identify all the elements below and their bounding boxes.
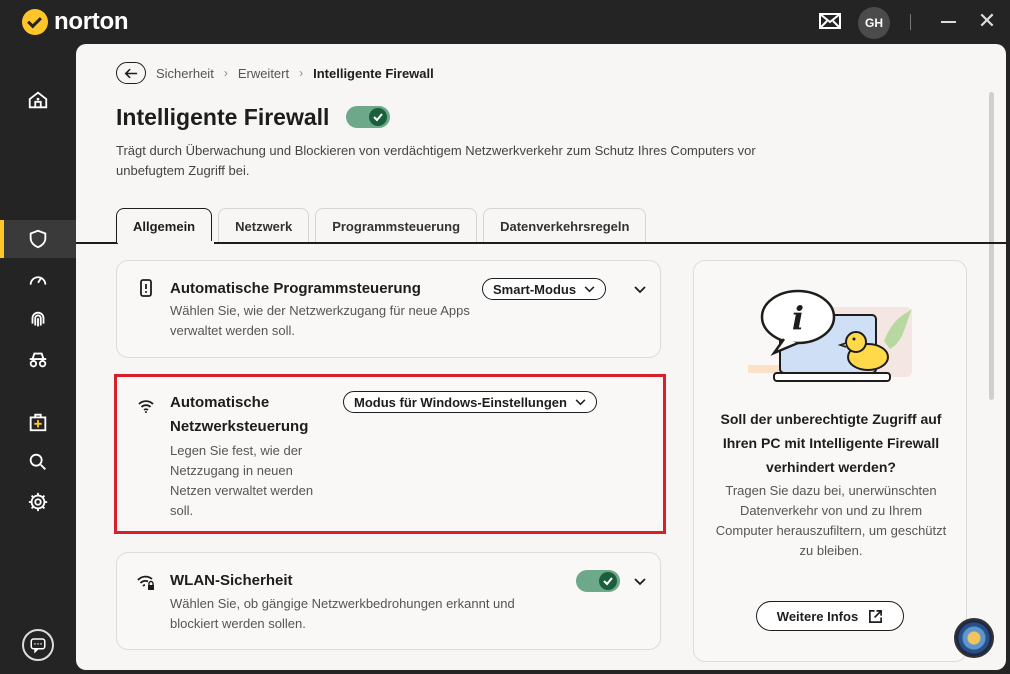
- norton-check-icon: [22, 9, 48, 35]
- assistant-orb-icon[interactable]: [954, 618, 994, 658]
- sidebar: [0, 44, 76, 674]
- chevron-down-icon: [584, 285, 595, 292]
- wifi-security-description: Wählen Sie, ob gängige Netzwerkbedrohung…: [170, 596, 515, 631]
- breadcrumb: Sicherheit › Erweitert › Intelligente Fi…: [116, 62, 434, 84]
- scrollbar[interactable]: [989, 92, 994, 400]
- program-control-dropdown[interactable]: Smart-Modus: [482, 278, 607, 300]
- chat-icon: [30, 638, 46, 654]
- check-icon: [603, 577, 613, 586]
- arrow-left-icon: [124, 68, 138, 78]
- breadcrumb-separator: ›: [299, 66, 304, 80]
- wifi-security-title: WLAN-Sicherheit: [170, 572, 293, 589]
- check-icon: [373, 113, 383, 122]
- tab-underline: [76, 242, 1006, 244]
- tab-bar: Allgemein Netzwerk Programmsteuerung Dat…: [116, 208, 647, 243]
- sidebar-item-search[interactable]: [0, 443, 76, 481]
- sidebar-item-health[interactable]: [0, 403, 76, 441]
- more-info-label: Weitere Infos: [776, 608, 859, 624]
- main-panel: Sicherheit › Erweitert › Intelligente Fi…: [76, 44, 1006, 670]
- breadcrumb-security[interactable]: Sicherheit: [156, 66, 214, 81]
- side-card-title: Soll der unberechtigte Zugriff auf Ihren…: [720, 411, 942, 475]
- wifi-security-card: WLAN-Sicherheit Wählen Sie, ob gängige N…: [116, 552, 661, 650]
- mail-icon[interactable]: [818, 11, 842, 31]
- highlight-box: [114, 374, 666, 534]
- program-control-title: Automatische Programmsteuerung: [170, 280, 421, 297]
- phone-icon: [140, 279, 152, 297]
- external-link-icon: [869, 609, 883, 623]
- close-button[interactable]: ✕: [976, 10, 998, 32]
- sidebar-item-settings[interactable]: [0, 483, 76, 521]
- more-info-button[interactable]: Weitere Infos: [756, 601, 904, 631]
- firewall-illustration: i: [748, 289, 912, 382]
- back-button[interactable]: [116, 62, 146, 84]
- speedometer-icon: [29, 276, 47, 285]
- toggle-knob: [369, 108, 387, 126]
- search-icon: [29, 453, 46, 470]
- tab-network[interactable]: Netzwerk: [218, 208, 310, 243]
- chat-button[interactable]: [22, 629, 54, 661]
- expand-chevron-icon[interactable]: [633, 282, 647, 296]
- brand-name: norton: [54, 8, 129, 35]
- avatar[interactable]: GH: [858, 7, 890, 39]
- toggle-knob: [599, 572, 617, 590]
- sidebar-item-privacy[interactable]: [0, 341, 76, 379]
- gear-icon: [28, 492, 48, 512]
- health-kit-icon: [29, 413, 47, 432]
- info-side-card: i Soll der unberechtigte Zugriff auf Ihr…: [693, 260, 967, 662]
- program-control-description: Wählen Sie, wie der Netzwerkzugang für n…: [170, 303, 470, 338]
- title-bar: norton GH ✕: [0, 0, 1010, 44]
- tab-program-control[interactable]: Programmsteuerung: [315, 208, 478, 243]
- tab-general[interactable]: Allgemein: [116, 208, 213, 243]
- sidebar-item-identity[interactable]: [0, 301, 76, 339]
- wifi-lock-icon: [137, 575, 154, 590]
- program-control-card: Automatische Programmsteuerung Wählen Si…: [116, 260, 661, 358]
- tab-traffic-rules[interactable]: Datenverkehrsregeln: [483, 208, 647, 243]
- page-description: Trägt durch Überwachung und Blockieren v…: [116, 143, 756, 178]
- sidebar-item-performance[interactable]: [0, 261, 76, 299]
- expand-chevron-icon[interactable]: [633, 574, 647, 588]
- sidebar-item-home[interactable]: [0, 81, 76, 119]
- norton-logo: norton: [22, 8, 128, 36]
- program-control-value: Smart-Modus: [493, 281, 577, 297]
- breadcrumb-advanced[interactable]: Erweitert: [238, 66, 289, 81]
- svg-text:i: i: [792, 299, 804, 337]
- titlebar-divider: [910, 14, 911, 30]
- wifi-security-toggle[interactable]: [576, 570, 620, 592]
- firewall-toggle[interactable]: [346, 106, 390, 128]
- fingerprint-icon: [31, 311, 45, 327]
- side-card-description: Tragen Sie dazu bei, unerwünschten Daten…: [715, 483, 947, 558]
- breadcrumb-current: Intelligente Firewall: [313, 65, 434, 81]
- page-title: Intelligente Firewall: [116, 104, 330, 130]
- minimize-button[interactable]: [938, 10, 960, 32]
- shield-icon: [29, 229, 47, 249]
- sidebar-item-security[interactable]: [0, 220, 76, 258]
- breadcrumb-separator: ›: [223, 66, 228, 80]
- incognito-icon: [29, 352, 47, 368]
- home-icon: [28, 91, 48, 109]
